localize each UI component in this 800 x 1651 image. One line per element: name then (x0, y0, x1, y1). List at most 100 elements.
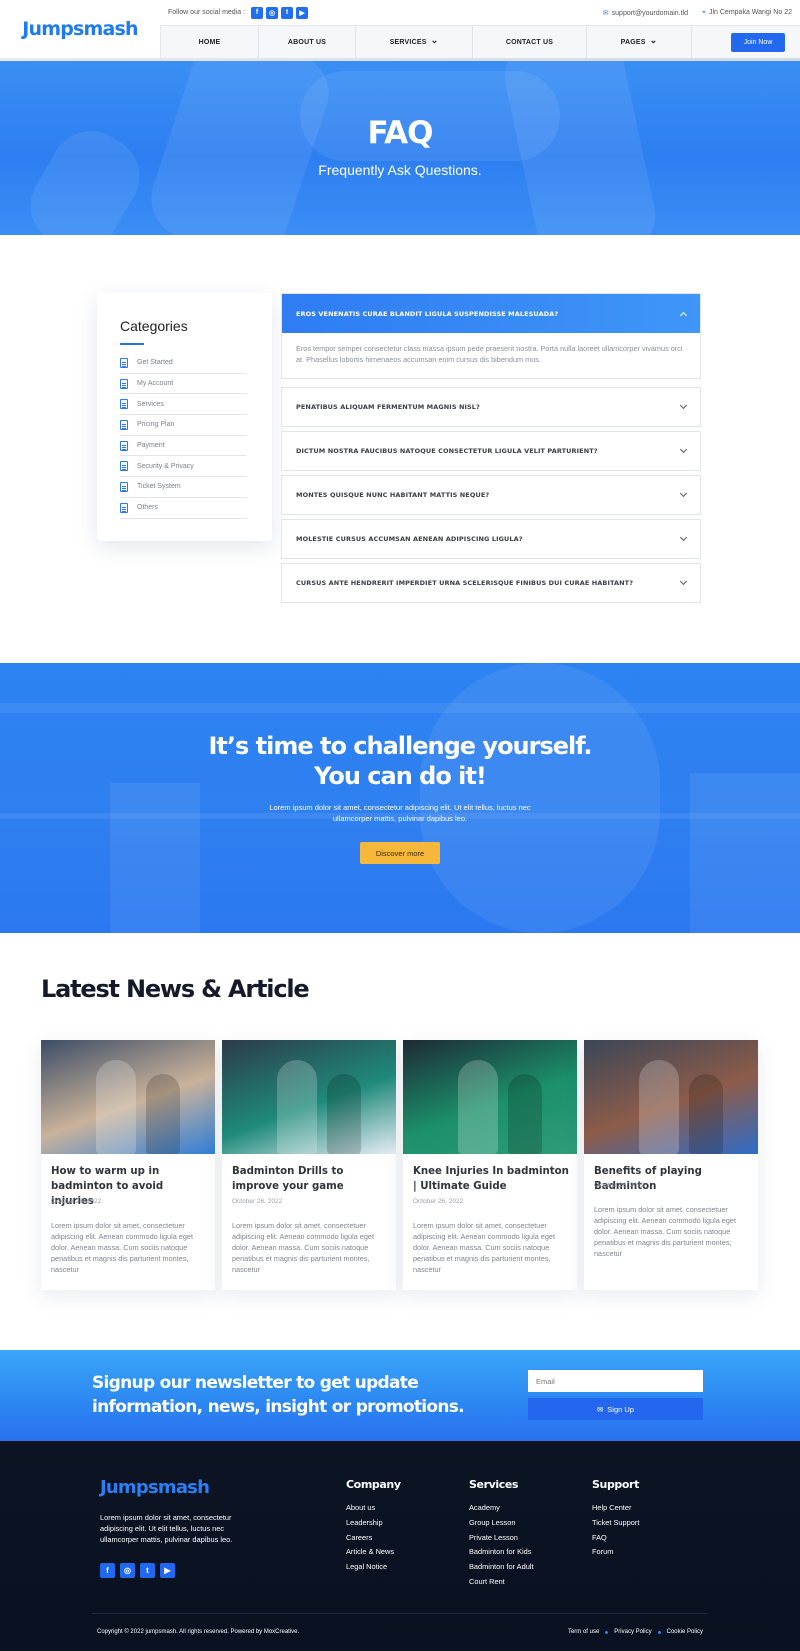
document-icon (120, 399, 128, 410)
footer-link[interactable]: Private Lesson (469, 1533, 534, 1548)
article-card[interactable]: Badminton Drills to improve your game Oct… (222, 1040, 396, 1290)
join-now-button[interactable]: Join Now (731, 33, 785, 52)
facebook-icon[interactable]: f (251, 6, 264, 19)
chevron-up-icon (679, 311, 688, 319)
footer-description: Lorem ipsum dolor sit amet, consectetur … (100, 1513, 233, 1544)
nav-item-services[interactable]: SERVICES ⌄ (356, 26, 473, 58)
footer-link[interactable]: Ticket Support (592, 1518, 639, 1533)
footer-link[interactable]: Legal Notice (346, 1562, 401, 1577)
nav-label: PAGES (620, 38, 646, 46)
article-title[interactable]: Knee Injuries In badminton | Ultimate Gu… (413, 1164, 569, 1194)
article-excerpt: Lorem ipsum dolor sit amet, consectetuer… (232, 1221, 374, 1274)
article-title[interactable]: Badminton Drills to improve your game (232, 1164, 388, 1194)
cta-background-figure (110, 783, 200, 933)
mail-icon: ✉ (602, 9, 609, 17)
faq-question-toggle[interactable]: PENATIBUS ALIQUAM FERMENTUM MAGNIS NISL? (282, 388, 700, 426)
article-image[interactable] (222, 1040, 396, 1154)
faq-question-toggle[interactable]: MOLESTIE CURSUS ACCUMSAN AENEAN ADIPISCI… (282, 520, 700, 558)
terms-link[interactable]: Term of use (568, 1629, 599, 1635)
follow-label: Follow our social media : (168, 9, 246, 16)
category-item[interactable]: Get Started (120, 353, 246, 374)
document-icon (120, 440, 128, 451)
article-title[interactable]: Benefits of playing Badminton (594, 1164, 750, 1194)
newsletter-section: Signup our newsletter to get update info… (0, 1350, 800, 1441)
email-info[interactable]: ✉ support@yourdomain.tld (603, 9, 688, 17)
footer-link[interactable]: Court Rent (469, 1577, 534, 1592)
category-item[interactable]: Security & Privacy (120, 456, 246, 478)
article-card[interactable]: How to warm up in badminton to avoid inj… (41, 1040, 215, 1290)
footer-link[interactable]: Article & News (346, 1547, 401, 1562)
document-icon (120, 419, 128, 430)
faq-question-toggle[interactable]: EROS VENENATIS CURAE BLANDIT LIGULA SUSP… (282, 294, 700, 333)
cta-text: Lorem ipsum dolor sit amet, consectetur … (269, 803, 531, 823)
categories-panel: Categories Get Started My Account Services… (97, 293, 272, 541)
nav-item-about-us[interactable]: ABOUT US (259, 26, 356, 58)
article-image[interactable] (41, 1040, 215, 1154)
footer-column-services: Services Academy Group Lesson Private Lesso… (469, 1478, 534, 1592)
nav-item-pages[interactable]: PAGES ⌄ (587, 26, 692, 58)
email-text: support@yourdomain.tld (611, 9, 689, 17)
cta-title-line1: It’s time to challenge yourself. (208, 732, 592, 760)
copyright: Copyright © 2022 jumpsmash. All rights r… (97, 1629, 300, 1635)
faq-question-toggle[interactable]: CURSUS ANTE HENDRERIT IMPERDIET URNA SCE… (282, 564, 700, 602)
footer-logo[interactable]: Jumpsmash (100, 1477, 210, 1498)
twitter-icon[interactable]: t (140, 1563, 155, 1578)
newsletter-email-input[interactable] (528, 1370, 703, 1392)
category-item[interactable]: Others (120, 498, 246, 519)
article-image-figure (96, 1060, 136, 1154)
category-label: Services (137, 400, 164, 408)
category-item[interactable]: Pricing Plan (120, 415, 246, 436)
category-item[interactable]: My Account (120, 374, 246, 395)
youtube-icon[interactable]: ▶ (160, 1563, 175, 1578)
category-item[interactable]: Payment (120, 436, 246, 457)
footer-link[interactable]: About us (346, 1503, 401, 1518)
nav-item-contact-us[interactable]: CONTACT US (473, 26, 587, 58)
site-logo[interactable]: Jumpsmash (22, 18, 138, 40)
faq-item: MOLESTIE CURSUS ACCUMSAN AENEAN ADIPISCI… (281, 519, 701, 559)
sign-up-button[interactable]: ✉ Sign Up (528, 1398, 703, 1420)
footer-link[interactable]: Forum (592, 1547, 639, 1562)
faq-item: EROS VENENATIS CURAE BLANDIT LIGULA SUSP… (281, 293, 701, 379)
article-image[interactable] (584, 1040, 758, 1154)
youtube-icon[interactable]: ▶ (296, 6, 309, 19)
footer-link[interactable]: Badminton for Adult (469, 1562, 534, 1577)
article-image-figure (327, 1074, 361, 1154)
footer-link[interactable]: Academy (469, 1503, 534, 1518)
article-card[interactable]: Knee Injuries In badminton | Ultimate Gu… (403, 1040, 577, 1290)
separator-dot (605, 1630, 609, 1634)
footer-link[interactable]: Badminton for Kids (469, 1547, 534, 1562)
category-item[interactable]: Services (120, 394, 246, 416)
sign-up-label: Sign Up (607, 1404, 634, 1414)
footer-link[interactable]: Help Center (592, 1503, 639, 1518)
category-item[interactable]: Ticket System (120, 477, 246, 498)
instagram-icon[interactable]: ◎ (120, 1563, 135, 1578)
nav-item-home[interactable]: HOME (161, 26, 259, 58)
newsletter-title: Signup our newsletter to get update info… (92, 1373, 465, 1417)
article-card[interactable]: Benefits of playing Badminton October 26,… (584, 1040, 758, 1290)
article-image[interactable] (403, 1040, 577, 1154)
footer-link[interactable]: Leadership (346, 1518, 401, 1533)
cookie-link[interactable]: Cookie Policy (667, 1629, 703, 1635)
discover-more-button[interactable]: Discover more (360, 842, 440, 864)
main-nav: HOME ABOUT US SERVICES ⌄ CONTACT US PAGES ⌄ (160, 26, 800, 58)
footer-divider (92, 1613, 707, 1614)
privacy-link[interactable]: Privacy Policy (614, 1629, 651, 1635)
news-section-title: Latest News & Article (41, 975, 310, 1003)
cta-background-figure (690, 773, 800, 933)
logo-area[interactable]: Jumpsmash (0, 0, 160, 58)
article-image-figure (458, 1060, 498, 1154)
faq-item: MONTES QUISQUE NUNC HABITANT MATTIS NEQU… (281, 475, 701, 515)
document-icon (120, 502, 128, 513)
facebook-icon[interactable]: f (100, 1563, 115, 1578)
cta-title-line2: You can do it! (314, 762, 487, 790)
footer-link[interactable]: Group Lesson (469, 1518, 534, 1533)
twitter-icon[interactable]: t (281, 6, 294, 19)
footer-link[interactable]: Careers (346, 1533, 401, 1548)
instagram-icon[interactable]: ◎ (266, 6, 279, 19)
faq-question-toggle[interactable]: DICTUM NOSTRA FAUCIBUS NATOQUE CONSECTET… (282, 432, 700, 470)
nav-label: HOME (198, 38, 221, 46)
cta-background-figure (420, 663, 660, 933)
footer-link[interactable]: FAQ (592, 1533, 639, 1548)
faq-question-toggle[interactable]: MONTES QUISQUE NUNC HABITANT MATTIS NEQU… (282, 476, 700, 514)
site-footer: Jumpsmash Lorem ipsum dolor sit amet, co… (0, 1441, 800, 1651)
